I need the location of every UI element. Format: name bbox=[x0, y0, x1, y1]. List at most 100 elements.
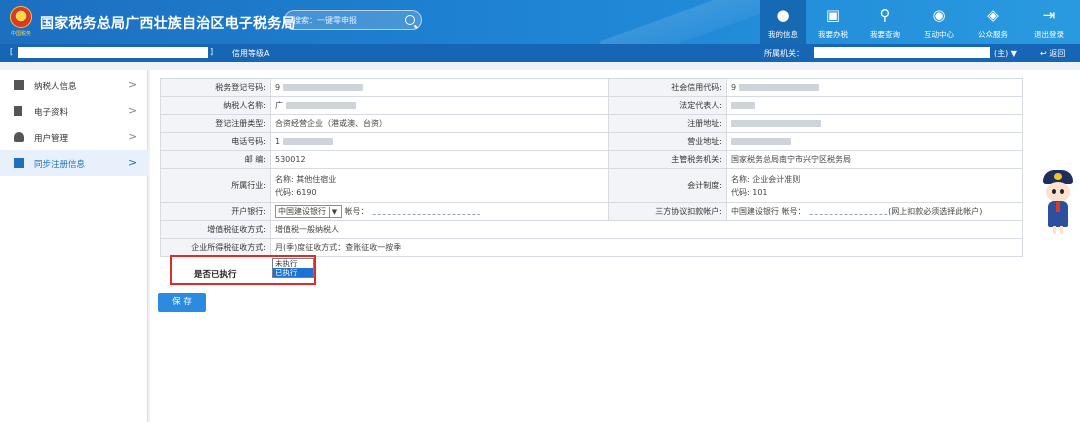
legal-rep-value bbox=[726, 96, 1023, 115]
save-button[interactable]: 保 存 bbox=[158, 293, 206, 312]
executed-dropdown[interactable]: 未执行 已执行 bbox=[272, 258, 314, 278]
postcode-value: 530012 bbox=[270, 150, 609, 169]
sidebar-item-sync-registration[interactable]: 同步注册信息 > bbox=[0, 150, 148, 176]
masked-value bbox=[282, 138, 333, 145]
biz-address-label: 营业地址: bbox=[608, 132, 727, 151]
option-not-executed[interactable]: 未执行 bbox=[273, 259, 313, 268]
table-row: 企业所得税征收方式: 月(季)度征收方式：查账征收一按季 bbox=[160, 238, 1023, 257]
tax-mascot-icon[interactable] bbox=[1040, 170, 1076, 234]
org-dropdown[interactable]: (主) ▼ bbox=[994, 48, 1017, 59]
nav-query[interactable]: ⚲ 我要查询 bbox=[862, 0, 908, 44]
sidebar-item-taxpayer-info[interactable]: 纳税人信息 > bbox=[0, 72, 148, 98]
cit-method-label: 企业所得税征收方式: bbox=[160, 238, 271, 257]
logout-icon: ⇥ bbox=[1042, 6, 1056, 24]
tax-emblem-icon bbox=[10, 6, 32, 28]
masked-value bbox=[731, 120, 821, 127]
masked-value bbox=[731, 102, 755, 109]
taxpayer-name-masked bbox=[18, 47, 208, 58]
social-credit-value: 9 bbox=[726, 78, 1023, 97]
chat-icon: ◉ bbox=[932, 6, 946, 24]
tripartite-label: 三方协议扣款帐户: bbox=[608, 202, 727, 221]
search-input[interactable] bbox=[293, 14, 401, 26]
masked-value bbox=[738, 84, 819, 91]
file-icon bbox=[14, 106, 22, 116]
nav-interaction[interactable]: ◉ 互动中心 bbox=[916, 0, 962, 44]
back-icon: ↩ bbox=[1040, 49, 1050, 58]
social-credit-label: 社会信用代码: bbox=[608, 78, 727, 97]
bank-account-label: 帐号： bbox=[344, 207, 369, 216]
nav-public-service[interactable]: ◈ 公众服务 bbox=[970, 0, 1016, 44]
postcode-label: 邮 编: bbox=[160, 150, 271, 169]
chevron-right-icon: > bbox=[128, 156, 138, 169]
tax-authority-label: 主管税务机关: bbox=[608, 150, 727, 169]
document-search-icon: ⚲ bbox=[879, 6, 891, 24]
masked-value bbox=[808, 209, 889, 215]
accounting-name: 名称: 企业会计准则 bbox=[731, 174, 801, 184]
table-row: 登记注册类型: 合资经营企业（港或澳、台资） 注册地址: bbox=[160, 114, 1023, 133]
masked-value bbox=[285, 102, 356, 109]
table-row: 开户银行: 中国建设银行 ▼ 帐号： 三方协议扣款帐户: 中国建设银行 帐号： (… bbox=[160, 202, 1023, 221]
tripartite-value: 中国建设银行 帐号： (网上扣款必须选择此帐户) bbox=[726, 202, 1023, 221]
reg-type-value: 合资经营企业（港或澳、台资） bbox=[270, 114, 609, 133]
bracket-close: ] bbox=[210, 47, 214, 56]
table-row: 邮 编: 530012 主管税务机关: 国家税务总局南宁市兴宁区税务局 bbox=[160, 150, 1023, 169]
site-title: 国家税务总局广西壮族自治区电子税务局 bbox=[40, 16, 296, 32]
option-executed[interactable]: 已执行 bbox=[273, 268, 313, 277]
registration-info-table: 税务登记号码: 9 社会信用代码: 9 纳税人名称: 广 法定代表人: 登记注册… bbox=[160, 78, 1023, 257]
table-row: 所属行业: 名称: 其他住宿业 代码: 6190 会计制度: 名称: 企业会计准… bbox=[160, 168, 1023, 203]
account-bar: [ ] 信用等级A 所属机关： (主) ▼ ↩ 返回 bbox=[0, 44, 1080, 62]
taxpayer-name-label: 纳税人名称: bbox=[160, 96, 271, 115]
back-link[interactable]: ↩ 返回 bbox=[1040, 48, 1065, 59]
executed-label: 是否已执行 bbox=[194, 270, 237, 280]
vat-method-label: 增值税征收方式: bbox=[160, 220, 271, 239]
main-content: 税务登记号码: 9 社会信用代码: 9 纳税人名称: 广 法定代表人: 登记注册… bbox=[150, 70, 1080, 422]
emblem-caption: 中国税务 bbox=[10, 31, 31, 37]
chevron-right-icon: > bbox=[128, 104, 138, 117]
phone-value: 1 bbox=[270, 132, 609, 151]
org-name-masked[interactable] bbox=[814, 47, 990, 58]
bank-value: 中国建设银行 ▼ 帐号： bbox=[270, 202, 609, 221]
masked-value bbox=[731, 138, 791, 145]
nav-my-info[interactable]: ● 我的信息 bbox=[760, 0, 806, 44]
table-row: 增值税征收方式: 增值税一般纳税人 bbox=[160, 220, 1023, 239]
accounting-code: 代码: 101 bbox=[731, 187, 768, 197]
biz-address-value bbox=[726, 132, 1023, 151]
masked-value bbox=[282, 84, 363, 91]
search-box[interactable] bbox=[284, 10, 422, 30]
chevron-down-icon: ▼ bbox=[329, 207, 339, 218]
cit-method-value: 月(季)度征收方式：查账征收一按季 bbox=[270, 238, 1023, 257]
taxpayer-name-value: 广 bbox=[270, 96, 609, 115]
list-icon bbox=[14, 80, 24, 90]
user-icon: ● bbox=[776, 6, 790, 24]
reg-address-label: 注册地址: bbox=[608, 114, 727, 133]
chart-icon bbox=[14, 158, 24, 168]
industry-value: 名称: 其他住宿业 代码: 6190 bbox=[270, 168, 609, 203]
accounting-label: 会计制度: bbox=[608, 168, 727, 203]
sidebar-item-user-management[interactable]: 用户管理 > bbox=[0, 124, 148, 150]
tripartite-note: (网上扣款必须选择此帐户) bbox=[888, 207, 983, 216]
table-row: 电话号码: 1 营业地址: bbox=[160, 132, 1023, 151]
vat-method-value: 增值税一般纳税人 bbox=[270, 220, 1023, 239]
phone-label: 电话号码: bbox=[160, 132, 271, 151]
nav-logout[interactable]: ⇥ 退出登录 bbox=[1026, 0, 1072, 44]
table-row: 纳税人名称: 广 法定代表人: bbox=[160, 96, 1023, 115]
search-icon[interactable] bbox=[405, 15, 415, 25]
industry-label: 所属行业: bbox=[160, 168, 271, 203]
monitor-icon: ▣ bbox=[825, 6, 841, 24]
chevron-right-icon: > bbox=[128, 78, 138, 91]
sidebar: 纳税人信息 > 电子资料 > 用户管理 > 同步注册信息 > bbox=[0, 70, 148, 422]
bracket-open: [ bbox=[10, 47, 14, 56]
sidebar-item-e-documents[interactable]: 电子资料 > bbox=[0, 98, 148, 124]
masked-value bbox=[371, 209, 482, 215]
bank-select[interactable]: 中国建设银行 ▼ bbox=[275, 205, 342, 218]
legal-rep-label: 法定代表人: bbox=[608, 96, 727, 115]
nav-do-tax[interactable]: ▣ 我要办税 bbox=[810, 0, 856, 44]
bank-label: 开户银行: bbox=[160, 202, 271, 221]
accounting-value: 名称: 企业会计准则 代码: 101 bbox=[726, 168, 1023, 203]
credit-rating: 信用等级A bbox=[232, 49, 270, 58]
reg-address-value bbox=[726, 114, 1023, 133]
org-label: 所属机关： bbox=[764, 49, 804, 58]
tax-reg-no-label: 税务登记号码: bbox=[160, 78, 271, 97]
great-wall-banner bbox=[600, 0, 760, 44]
table-row: 税务登记号码: 9 社会信用代码: 9 bbox=[160, 78, 1023, 97]
